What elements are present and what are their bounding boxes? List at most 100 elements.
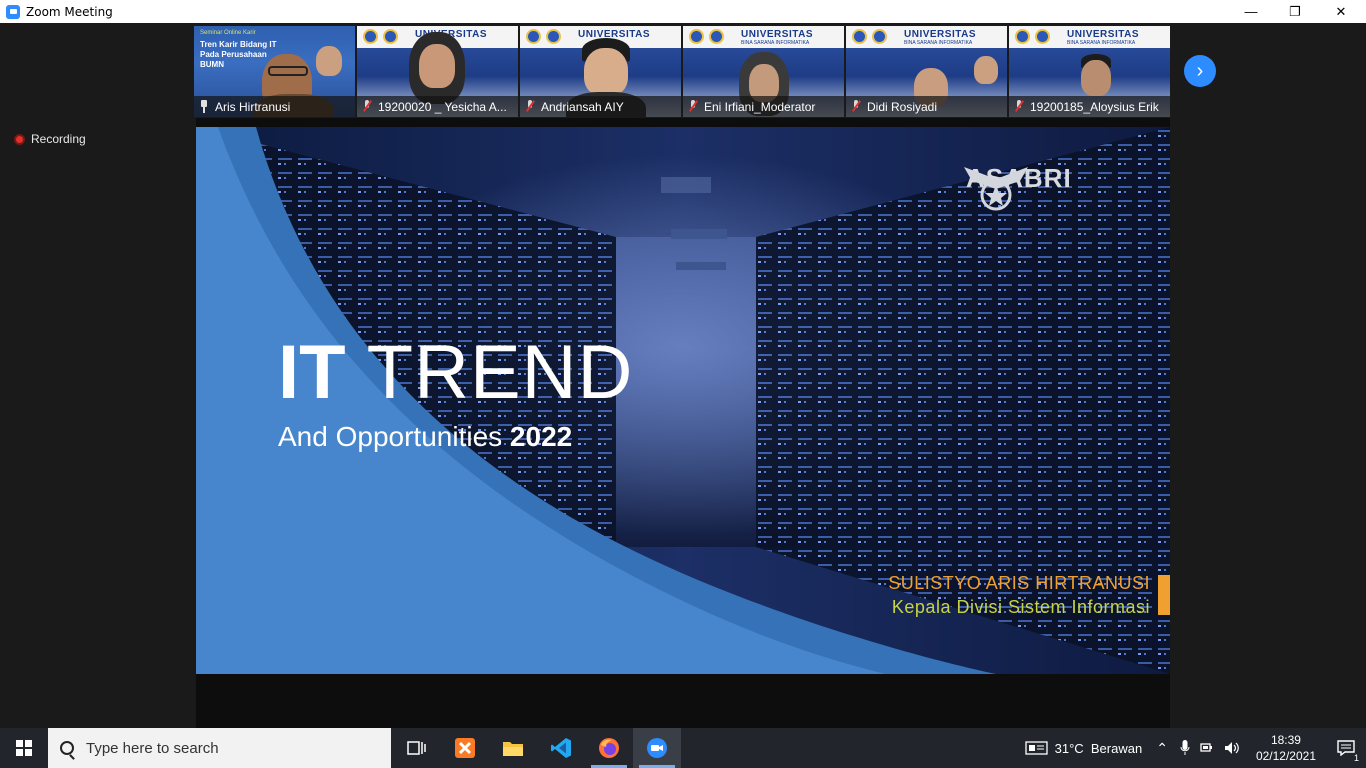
participant-tile[interactable]: UNIVERSITAS Andriansah AIY [520, 26, 681, 117]
chevron-up-icon[interactable]: ⌃ [1156, 740, 1168, 757]
participant-face [1081, 60, 1111, 96]
asabri-logo: ASABRI [962, 163, 1072, 211]
taskbar-clock[interactable]: 18:39 02/12/2021 [1256, 732, 1316, 764]
taskbar-app-vscode[interactable] [537, 728, 585, 768]
microphone-icon[interactable] [1180, 740, 1190, 756]
close-button[interactable]: ✕ [1318, 0, 1364, 23]
poster-university-sub: BINA SARANA INFORMATIKA [1067, 40, 1136, 46]
mic-muted-icon [525, 100, 535, 113]
restore-button[interactable]: ❐ [1272, 0, 1318, 23]
xampp-icon [455, 738, 475, 758]
participant-tile[interactable]: UNIVERSITAS 19200020 _ Yesicha A... [357, 26, 518, 117]
participant-tile[interactable]: UNIVERSITAS BINA SARANA INFORMATIKA Didi… [846, 26, 1007, 117]
speaker-credit: SULISTYO ARIS HIRTRANUSI Kepala Divisi S… [888, 571, 1150, 619]
mic-muted-icon [688, 100, 698, 113]
task-view-button[interactable] [393, 728, 441, 768]
zoom-app-icon [6, 4, 20, 19]
mic-muted-icon [362, 100, 372, 113]
windows-taskbar: Type here to search 31°C Berawan ⌃ 18:39… [0, 728, 1366, 768]
participant-tile[interactable]: UNIVERSITAS BINA SARANA INFORMATIKA Eni … [683, 26, 844, 117]
zoom-icon [647, 738, 667, 758]
slide-headline: IT TREND [278, 335, 633, 411]
taskbar-app-firefox[interactable] [585, 728, 633, 768]
participant-name: 19200185_Aloysius Erik [1030, 99, 1159, 114]
poster-banner: UNIVERSITAS BINA SARANA INFORMATIKA [846, 26, 1007, 48]
participant-name: 19200020 _ Yesicha A... [378, 99, 507, 114]
participant-name: Eni Irfiani_Moderator [704, 99, 816, 114]
shared-slide: ASABRI IT TREND And Opportunities 2022 S… [196, 127, 1170, 674]
seal-icon [709, 29, 724, 44]
poster-photo [974, 56, 998, 84]
participant-name: Aris Hirtranusi [215, 99, 291, 114]
participant-name-bar: Andriansah AIY [520, 96, 681, 117]
mic-muted-icon [851, 100, 861, 113]
clock-date: 02/12/2021 [1255, 749, 1316, 763]
seal-icon [872, 29, 887, 44]
clock-time: 18:39 [1270, 733, 1301, 747]
start-button[interactable] [0, 728, 48, 768]
participant-name-bar: 19200020 _ Yesicha A... [357, 96, 518, 117]
seal-icon [383, 29, 398, 44]
seal-icon [363, 29, 378, 44]
poster-photo [316, 46, 342, 76]
slide-subheading: And Opportunities 2022 [278, 421, 572, 453]
taskbar-search-box[interactable]: Type here to search [48, 728, 391, 768]
next-page-button[interactable]: › [1184, 55, 1216, 87]
poster-university: UNIVERSITAS [741, 29, 813, 40]
glasses-shape [268, 66, 308, 76]
subheading-year: 2022 [509, 421, 573, 452]
folder-icon [503, 742, 523, 756]
window-titlebar: Zoom Meeting — ❐ ✕ [0, 0, 1366, 23]
seal-icon [689, 29, 704, 44]
poster-university: UNIVERSITAS [1067, 29, 1139, 40]
headline-bold: IT [278, 330, 346, 415]
seal-icon [852, 29, 867, 44]
weather-news-icon[interactable] [1024, 740, 1049, 756]
seal-icon [526, 29, 541, 44]
window-title: Zoom Meeting [26, 4, 113, 19]
poster-university-sub: BINA SARANA INFORMATIKA [904, 40, 973, 46]
participant-tile[interactable]: UNIVERSITAS BINA SARANA INFORMATIKA 1920… [1009, 26, 1170, 117]
asabri-emblem-icon [964, 167, 1028, 211]
poster-banner: UNIVERSITAS BINA SARANA INFORMATIKA [1009, 26, 1170, 48]
participant-name: Didi Rosiyadi [867, 99, 938, 114]
notification-center-button[interactable]: 1 [1326, 728, 1366, 768]
search-placeholder: Type here to search [86, 739, 219, 757]
subheading-text: And Opportunities [278, 421, 503, 452]
pin-icon [199, 100, 209, 113]
chevron-right-icon: › [1196, 60, 1204, 82]
speaker-accent-bar [1158, 575, 1170, 615]
poster-banner: UNIVERSITAS BINA SARANA INFORMATIKA [683, 26, 844, 48]
taskbar-app-xampp[interactable] [441, 728, 489, 768]
taskbar-app-zoom[interactable] [633, 728, 681, 768]
poster-seminar-text: Seminar Online Karir [200, 30, 256, 36]
weather-status[interactable]: 31°C Berawan [1055, 741, 1143, 756]
record-icon [14, 133, 25, 145]
system-tray: 31°C Berawan ⌃ 18:39 02/12/2021 1 [1024, 728, 1366, 768]
speaker-name: SULISTYO ARIS HIRTRANUSI [888, 573, 1150, 593]
volume-icon[interactable] [1224, 741, 1242, 755]
speaker-role: Kepala Divisi Sistem Informasi [891, 597, 1150, 617]
poster-university-sub: BINA SARANA INFORMATIKA [741, 40, 810, 46]
taskbar-app-file-explorer[interactable] [489, 728, 537, 768]
participant-name-bar: Aris Hirtranusi [194, 96, 355, 117]
notification-count-badge: 1 [1352, 753, 1360, 763]
poster-university: UNIVERSITAS [904, 29, 976, 40]
windows-logo-icon [16, 740, 32, 756]
vscode-icon [551, 738, 571, 758]
recording-indicator[interactable]: Recording [14, 132, 86, 146]
participant-name: Andriansah AIY [541, 99, 624, 114]
poster-topic-line2: Pada Perusahaan BUMN [200, 50, 267, 69]
participant-tile[interactable]: Seminar Online Karir Tren Karir Bidang I… [194, 26, 355, 117]
participant-face [419, 44, 455, 88]
headline-rest: TREND [366, 330, 634, 415]
seal-icon [1015, 29, 1030, 44]
seal-icon [1035, 29, 1050, 44]
network-icon[interactable] [1200, 741, 1216, 755]
mic-muted-icon [1014, 100, 1024, 113]
firefox-icon [599, 738, 619, 758]
recording-label: Recording [31, 132, 86, 146]
minimize-button[interactable]: — [1228, 0, 1274, 23]
participant-name-bar: Eni Irfiani_Moderator [683, 96, 844, 117]
participant-name-bar: 19200185_Aloysius Erik [1009, 96, 1170, 117]
